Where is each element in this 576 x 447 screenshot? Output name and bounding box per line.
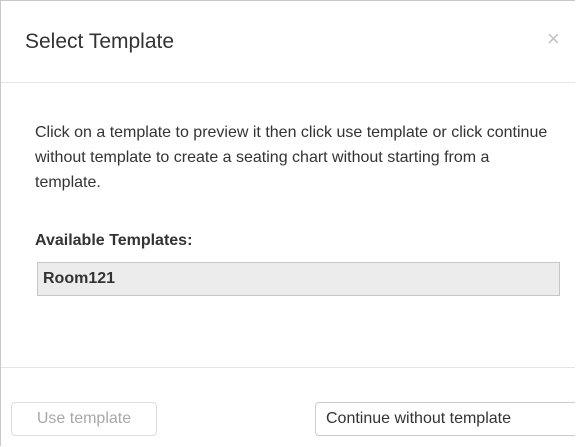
continue-without-template-button[interactable]: Continue without template bbox=[315, 402, 575, 436]
dialog-title: Select Template bbox=[25, 30, 175, 53]
dialog-header: Select Template × bbox=[1, 1, 575, 83]
template-list[interactable]: Room121 bbox=[37, 262, 560, 296]
available-templates-label: Available Templates: bbox=[35, 232, 193, 249]
close-icon[interactable]: × bbox=[547, 26, 560, 52]
instructions-text: Click on a template to preview it then c… bbox=[35, 124, 548, 191]
use-template-button[interactable]: Use template bbox=[11, 402, 157, 436]
template-item-room121[interactable]: Room121 bbox=[43, 269, 115, 289]
select-template-dialog: Select Template × Click on a template to… bbox=[0, 0, 575, 446]
dialog-footer: Use template Continue without template bbox=[1, 367, 575, 446]
dialog-body: Click on a template to preview it then c… bbox=[1, 83, 575, 366]
